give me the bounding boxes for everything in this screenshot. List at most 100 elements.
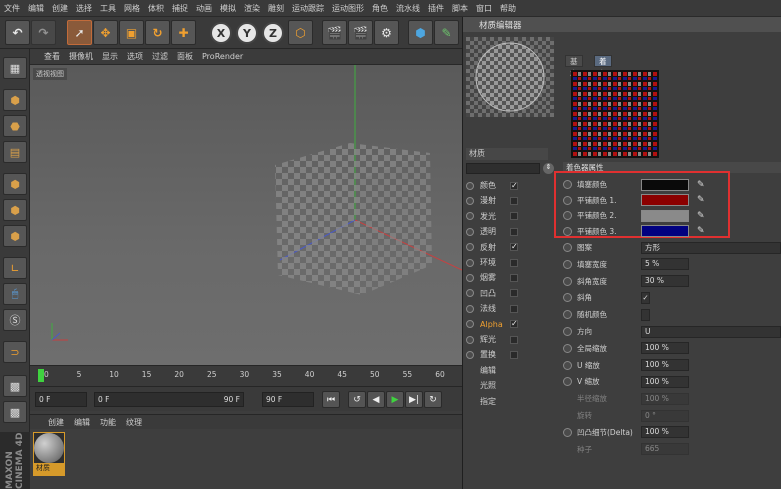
dropdown-arrow-icon[interactable]: ⇕ [543, 163, 554, 174]
tab-basic[interactable]: 基本 [565, 55, 583, 78]
property-value[interactable]: 5 % [641, 258, 689, 271]
channel-checkbox[interactable] [510, 196, 518, 205]
menu-item[interactable]: 工具 [100, 3, 116, 14]
menu-item[interactable]: 文件 [4, 3, 20, 14]
eyedropper-icon[interactable]: ✎ [697, 195, 705, 205]
channel-radio[interactable] [466, 227, 474, 236]
workplane-icon[interactable]: ▤ [3, 141, 27, 163]
undo-button[interactable]: ↶ [5, 20, 30, 45]
menu-item[interactable]: 渲染 [244, 3, 260, 14]
channel-checkbox[interactable] [510, 258, 518, 267]
eyedropper-icon[interactable]: ✎ [697, 226, 705, 236]
next-key-button[interactable]: ↻ [424, 391, 442, 408]
channel-row[interactable]: 置换 [466, 347, 551, 362]
material-menu-item[interactable]: 功能 [100, 417, 116, 428]
tweak-mode-icon[interactable]: 🖱 [3, 283, 27, 305]
viewport-menu-item[interactable]: ProRender [202, 52, 243, 61]
channel-radio[interactable] [466, 335, 474, 344]
channel-radio[interactable] [466, 273, 474, 282]
menu-item[interactable]: 角色 [372, 3, 388, 14]
snap-icon[interactable]: Ⓢ [3, 309, 27, 331]
menu-item[interactable]: 雕刻 [268, 3, 284, 14]
channel-radio[interactable] [466, 243, 474, 252]
texture-mode-icon[interactable]: ⬣ [3, 115, 27, 137]
param-radio[interactable] [563, 427, 572, 437]
menu-item[interactable]: 捕捉 [172, 3, 188, 14]
menu-item[interactable]: 动画 [196, 3, 212, 14]
channel-row[interactable]: 法线 [466, 301, 551, 316]
channel-radio[interactable] [466, 196, 474, 205]
eyedropper-icon[interactable]: ✎ [697, 180, 705, 190]
viewport-menu-item[interactable]: 摄像机 [69, 51, 93, 62]
channel-row[interactable]: 烟雾 [466, 270, 551, 285]
param-radio[interactable] [563, 276, 572, 286]
redo-button[interactable]: ↷ [31, 20, 56, 45]
tab-shader[interactable]: 着色器 [594, 55, 612, 90]
property-value[interactable]: U [641, 325, 781, 338]
current-frame-slider[interactable]: 0 F 90 F [94, 392, 244, 407]
param-radio[interactable] [563, 377, 572, 387]
property-value[interactable]: 100 % [641, 426, 689, 439]
polygons-mode-icon[interactable]: ⬢ [3, 225, 27, 247]
menu-item[interactable]: 模拟 [220, 3, 236, 14]
lock-workplane-icon[interactable]: ▩ [3, 375, 27, 397]
color-swatch[interactable] [641, 225, 689, 237]
menu-item[interactable]: 选择 [76, 3, 92, 14]
render-picture-viewer-button[interactable]: 🎬 [348, 20, 373, 45]
channel-row[interactable]: 辉光 [466, 332, 551, 347]
color-swatch[interactable] [641, 178, 689, 191]
viewport-menu-item[interactable]: 面板 [177, 51, 193, 62]
next-frame-button[interactable]: ▶| [405, 391, 423, 408]
property-value[interactable]: 30 % [641, 275, 689, 288]
property-value[interactable]: 665 [641, 443, 689, 456]
channel-radio[interactable] [466, 320, 474, 329]
property-value[interactable] [641, 308, 650, 321]
menu-item[interactable]: 运动跟踪 [292, 3, 324, 14]
scale-tool-button[interactable]: ▣ [119, 20, 144, 45]
channel-row[interactable]: 光照 [466, 378, 551, 393]
rotate-tool-button[interactable]: ↻ [145, 20, 170, 45]
pen-button[interactable]: ✎ [434, 20, 459, 45]
menu-item[interactable]: 网格 [124, 3, 140, 14]
param-radio[interactable] [563, 243, 572, 252]
points-mode-icon[interactable]: ⬢ [3, 173, 27, 195]
prev-key-button[interactable]: ↺ [348, 391, 366, 408]
menu-item[interactable]: 运动图形 [332, 3, 364, 14]
color-swatch[interactable] [641, 194, 689, 206]
material-name-field[interactable] [466, 163, 540, 174]
prev-frame-button[interactable]: ◀ [367, 391, 385, 408]
channel-radio[interactable] [466, 212, 474, 221]
channel-row[interactable]: Alpha ✓ [466, 317, 551, 332]
menu-item[interactable]: 帮助 [500, 3, 516, 14]
property-value[interactable]: 100 % [641, 375, 689, 388]
material-menu-item[interactable]: 创建 [48, 417, 64, 428]
channel-radio[interactable] [466, 289, 474, 298]
y-axis-button[interactable]: Y [236, 22, 258, 44]
param-radio[interactable] [563, 259, 572, 269]
param-radio[interactable] [563, 293, 572, 303]
channel-checkbox[interactable] [510, 289, 518, 298]
channel-row[interactable]: 指定 [466, 394, 551, 409]
menu-item[interactable]: 编辑 [28, 3, 44, 14]
viewport-menu-item[interactable]: 显示 [102, 51, 118, 62]
channel-row[interactable]: 发光 [466, 209, 551, 224]
param-radio[interactable] [563, 211, 572, 220]
param-radio[interactable] [563, 343, 572, 353]
magnet-icon[interactable]: ⊃ [3, 341, 27, 363]
move-tool-button[interactable]: ✥ [93, 20, 118, 45]
play-button[interactable]: ▶ [386, 391, 404, 408]
property-value[interactable]: ✓ [641, 291, 650, 304]
material-thumbnail[interactable]: 材质 [33, 432, 65, 476]
viewport-menu-item[interactable]: 过滤 [152, 51, 168, 62]
property-value[interactable]: 100 % [641, 359, 689, 372]
channel-radio[interactable] [466, 258, 474, 267]
channel-checkbox[interactable] [510, 212, 518, 221]
menu-item[interactable]: 窗口 [476, 3, 492, 14]
channel-checkbox[interactable]: ✓ [510, 320, 518, 329]
z-axis-button[interactable]: Z [262, 22, 284, 44]
channel-checkbox[interactable] [510, 335, 518, 344]
select-tool-button[interactable]: ➚ [67, 20, 92, 45]
property-value[interactable]: 0 ° [641, 409, 689, 422]
param-radio[interactable] [563, 180, 572, 189]
render-settings-button[interactable]: ⚙ [374, 20, 399, 45]
